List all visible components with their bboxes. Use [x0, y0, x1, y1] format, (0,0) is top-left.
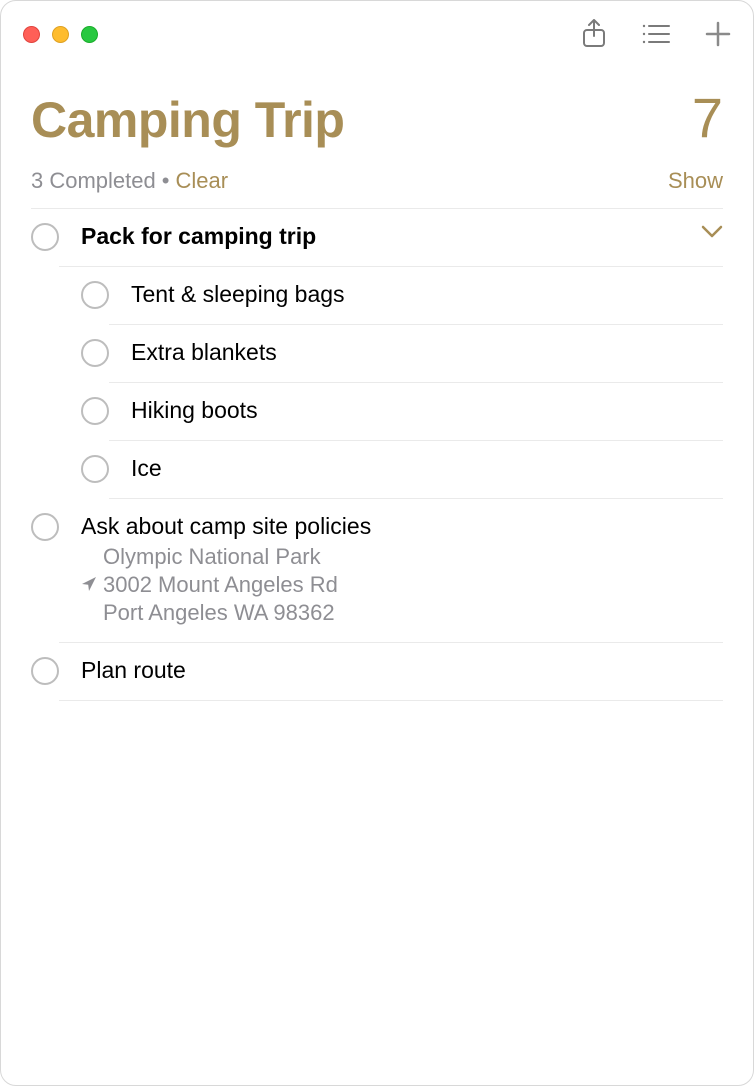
checkbox-ring[interactable] [81, 455, 109, 483]
window: Camping Trip 7 3 Completed•Clear Show Pa… [0, 0, 754, 1086]
reminder-subitem-ice[interactable]: Ice [31, 441, 723, 499]
reminder-subitem-tent[interactable]: Tent & sleeping bags [31, 267, 723, 325]
header: Camping Trip 7 [1, 63, 753, 150]
reminder-item-plan[interactable]: Plan route [31, 643, 723, 701]
checkbox-ring[interactable] [31, 513, 59, 541]
checkbox-ring[interactable] [81, 397, 109, 425]
reminder-content: Tent & sleeping bags [109, 279, 723, 325]
reminder-content: Extra blankets [109, 337, 723, 383]
clear-button[interactable]: Clear [175, 168, 228, 193]
share-icon [581, 19, 607, 49]
plus-icon [705, 21, 731, 47]
reminder-content: Ask about camp site policies Olympic Nat… [59, 511, 723, 642]
show-button[interactable]: Show [668, 168, 723, 194]
checkbox-ring[interactable] [81, 281, 109, 309]
list-icon [641, 22, 671, 46]
completed-count-text: 3 Completed [31, 168, 156, 193]
reminder-item-pack[interactable]: Pack for camping trip [31, 209, 723, 267]
reminder-content: Pack for camping trip [59, 221, 723, 267]
checkbox-ring[interactable] [31, 223, 59, 251]
location-name: Olympic National Park [81, 542, 723, 572]
reminder-item-ask[interactable]: Ask about camp site policies Olympic Nat… [31, 499, 723, 642]
remaining-count: 7 [692, 85, 723, 150]
reminder-title: Ice [131, 453, 723, 484]
fullscreen-button[interactable] [81, 26, 98, 43]
reminder-title: Tent & sleeping bags [131, 279, 723, 310]
reminder-title: Extra blankets [131, 337, 723, 368]
subheader: 3 Completed•Clear Show [1, 150, 753, 204]
reminder-title: Ask about camp site policies [81, 511, 723, 542]
list-button[interactable] [641, 22, 671, 46]
reminder-content: Hiking boots [109, 395, 723, 441]
location-address-row: 3002 Mount Angeles Rd [81, 572, 723, 598]
location-icon [81, 572, 103, 598]
reminder-title: Hiking boots [131, 395, 723, 426]
location-addr1: 3002 Mount Angeles Rd [103, 572, 338, 598]
traffic-lights [23, 26, 98, 43]
chevron-down-icon [701, 225, 723, 239]
completed-summary: 3 Completed•Clear [31, 168, 228, 194]
toolbar-actions [581, 19, 731, 49]
separator-dot: • [162, 168, 170, 193]
reminder-title: Plan route [81, 655, 723, 686]
location-addr2: Port Angeles WA 98362 [81, 598, 723, 628]
close-button[interactable] [23, 26, 40, 43]
add-button[interactable] [705, 21, 731, 47]
reminder-content: Ice [109, 453, 723, 499]
expand-subtasks-button[interactable] [701, 225, 723, 244]
reminder-title: Pack for camping trip [81, 221, 723, 252]
reminder-subitem-boots[interactable]: Hiking boots [31, 383, 723, 441]
minimize-button[interactable] [52, 26, 69, 43]
checkbox-ring[interactable] [31, 657, 59, 685]
titlebar [1, 1, 753, 63]
share-button[interactable] [581, 19, 607, 49]
list-title: Camping Trip [31, 91, 344, 149]
reminder-list: Pack for camping trip Tent & sleeping ba… [1, 208, 753, 701]
checkbox-ring[interactable] [81, 339, 109, 367]
reminder-content: Plan route [59, 655, 723, 701]
reminder-subitem-blankets[interactable]: Extra blankets [31, 325, 723, 383]
